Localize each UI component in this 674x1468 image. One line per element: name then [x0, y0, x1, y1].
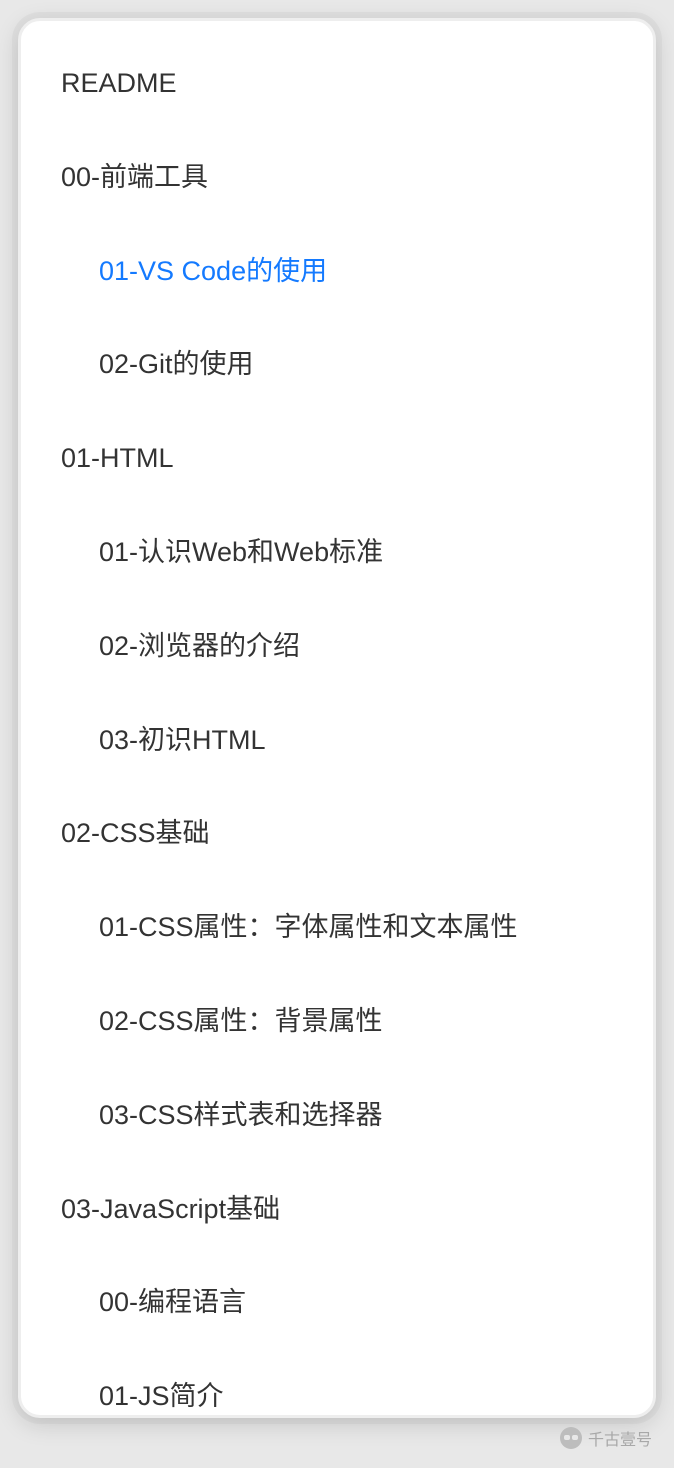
toc-item-0[interactable]: README — [61, 65, 613, 103]
toc-card: README 00-前端工具 01-VS Code的使用 02-Git的使用 01-HT… — [18, 18, 656, 1418]
toc-item-14[interactable]: 01-JS简介 — [61, 1378, 613, 1416]
watermark-text: 千古壹号 — [588, 1426, 652, 1450]
toc-item-9[interactable]: 01-CSS属性：字体属性和文本属性 — [61, 909, 613, 947]
toc-item-7[interactable]: 03-初识HTML — [61, 722, 613, 760]
wechat-icon — [560, 1427, 582, 1449]
toc-list: README 00-前端工具 01-VS Code的使用 02-Git的使用 01-HT… — [61, 65, 613, 1418]
toc-item-1[interactable]: 00-前端工具 — [61, 159, 613, 197]
toc-item-5[interactable]: 01-认识Web和Web标准 — [61, 534, 613, 572]
toc-item-8[interactable]: 02-CSS基础 — [61, 815, 613, 853]
toc-item-4[interactable]: 01-HTML — [61, 440, 613, 478]
toc-item-6[interactable]: 02-浏览器的介绍 — [61, 628, 613, 666]
toc-item-13[interactable]: 00-编程语言 — [61, 1284, 613, 1322]
toc-item-11[interactable]: 03-CSS样式表和选择器 — [61, 1097, 613, 1135]
toc-item-3[interactable]: 02-Git的使用 — [61, 346, 613, 384]
toc-item-2[interactable]: 01-VS Code的使用 — [61, 253, 613, 291]
watermark: 千古壹号 — [560, 1426, 652, 1450]
toc-item-10[interactable]: 02-CSS属性：背景属性 — [61, 1003, 613, 1041]
toc-item-12[interactable]: 03-JavaScript基础 — [61, 1191, 613, 1229]
